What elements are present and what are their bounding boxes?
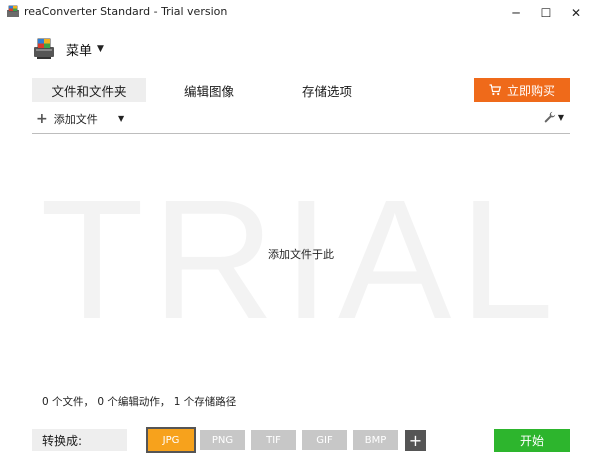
file-toolbar: + 添加文件 ▼ ▼: [32, 109, 570, 131]
drop-hint: 添加文件于此: [268, 248, 334, 261]
app-logo-icon: [7, 5, 19, 17]
start-button[interactable]: 开始: [494, 429, 570, 452]
tab-files-and-folders[interactable]: 文件和文件夹: [32, 78, 146, 102]
menu-label: 菜单: [66, 43, 93, 59]
format-gif-button[interactable]: GIF: [302, 430, 347, 450]
tab-edit-images[interactable]: 编辑图像: [168, 78, 250, 102]
file-drop-zone[interactable]: TRIAL 添加文件于此: [32, 135, 570, 385]
title-bar: reaConverter Standard - Trial version ─ …: [0, 0, 600, 26]
buy-now-label: 立即购买: [506, 83, 555, 98]
cart-icon: [489, 84, 501, 96]
status-summary: 0 个文件， 0 个编辑动作， 1 个存储路径: [42, 396, 237, 408]
tools-dropdown-icon: ▼: [557, 112, 564, 122]
add-files-dropdown-icon[interactable]: ▼: [118, 114, 124, 123]
chevron-down-icon: ▼: [97, 44, 104, 54]
buy-now-button[interactable]: 立即购买: [474, 78, 570, 102]
window-title: reaConverter Standard - Trial version: [24, 5, 228, 18]
wrench-icon: [544, 111, 556, 123]
format-png-button[interactable]: PNG: [200, 430, 245, 450]
tools-button[interactable]: ▼: [544, 111, 564, 123]
close-button[interactable]: ✕: [556, 0, 596, 26]
toolbar-divider: [32, 133, 570, 134]
convert-to-label: 转换成:: [32, 429, 127, 451]
add-format-button[interactable]: +: [405, 430, 426, 451]
plus-icon: +: [36, 111, 48, 127]
format-tif-button[interactable]: TIF: [251, 430, 296, 450]
format-jpg-button[interactable]: JPG: [146, 427, 196, 453]
add-files-button[interactable]: + 添加文件: [36, 111, 98, 127]
main-menu-button[interactable]: 菜单 ▼: [32, 36, 104, 62]
format-bmp-button[interactable]: BMP: [353, 430, 398, 450]
tab-saving-options[interactable]: 存储选项: [288, 78, 366, 102]
add-files-label: 添加文件: [53, 113, 98, 126]
printer-menu-icon: [34, 38, 54, 59]
